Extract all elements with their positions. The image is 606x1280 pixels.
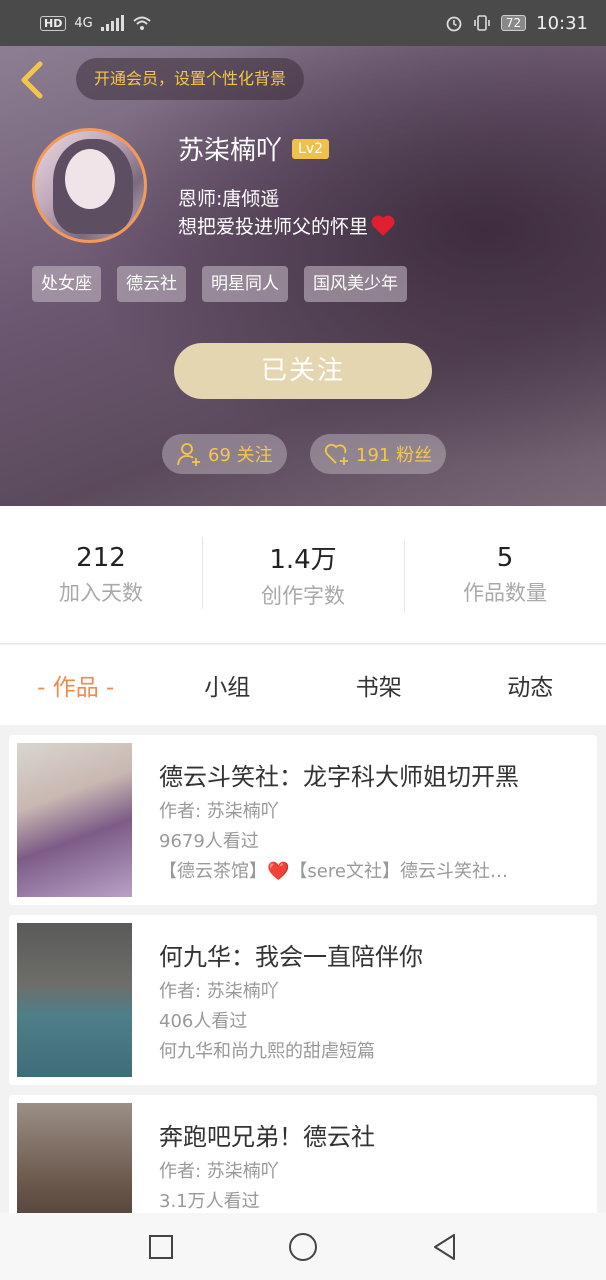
stat-value: 5: [496, 542, 514, 573]
fans-button[interactable]: 191 粉丝: [310, 434, 447, 474]
tab-bookshelf[interactable]: 书架: [303, 668, 455, 702]
username: 苏柒楠吖: [178, 136, 283, 166]
tag[interactable]: 德云社: [117, 266, 186, 302]
work-cover-image: [17, 1103, 132, 1213]
stats-bar: 212 加入天数 1.4万 创作字数 5 作品数量: [0, 506, 606, 644]
chevron-left-icon: [21, 61, 43, 99]
work-title: 奔跑吧兄弟！德云社: [159, 1123, 375, 1151]
status-bar: HD 4G 72 10:31: [0, 0, 606, 46]
work-author: 作者: 苏柒楠吖: [159, 1161, 279, 1182]
signature: 想把爱投进师父的怀里: [178, 212, 396, 239]
vip-background-prompt[interactable]: 开通会员，设置个性化背景: [76, 58, 305, 100]
work-author: 作者: 苏柒楠吖: [159, 981, 279, 1002]
tab-groups[interactable]: 小组: [152, 668, 304, 702]
work-author: 作者: 苏柒楠吖: [159, 801, 279, 822]
home-button[interactable]: [283, 1227, 323, 1267]
tab-activity[interactable]: 动态: [455, 668, 606, 702]
mentor-text: 恩师:唐倾遥: [178, 188, 280, 210]
work-description: 何九华和尚九熙的甜虐短篇: [159, 1041, 375, 1062]
profile-header: 开通会员，设置个性化背景 苏柒楠吖 Lv2 恩师:唐倾遥 想把爱投进师父的怀里 …: [0, 46, 606, 506]
stat-word-count: 1.4万 创作字数: [202, 537, 404, 610]
tab-works[interactable]: - 作品 -: [0, 668, 152, 702]
hd-icon: HD: [40, 15, 67, 31]
following-button[interactable]: 69 关注: [162, 434, 287, 474]
tag[interactable]: 明星同人: [202, 266, 288, 302]
work-description: 【德云茶馆】❤️【sere文社】德云斗笑社…: [159, 861, 508, 882]
stat-label: 加入天数: [59, 580, 143, 605]
back-button[interactable]: [16, 60, 48, 100]
work-cover-image: [17, 923, 132, 1077]
stat-value: 1.4万: [269, 545, 337, 575]
work-views: 406人看过: [159, 1011, 248, 1032]
work-title: 德云斗笑社：龙字科大师姐切开黑: [159, 763, 519, 791]
heart-icon: [371, 215, 395, 236]
work-card[interactable]: 德云斗笑社：龙字科大师姐切开黑 作者: 苏柒楠吖 9679人看过 【德云茶馆】❤…: [9, 735, 597, 905]
vibrate-icon: [474, 15, 490, 31]
following-count: 69 关注: [208, 445, 273, 466]
circle-icon: [289, 1232, 317, 1261]
wifi-icon: [133, 16, 151, 30]
stat-join-days: 212 加入天数: [0, 543, 202, 607]
user-add-icon: [177, 443, 200, 466]
works-list: 德云斗笑社：龙字科大师姐切开黑 作者: 苏柒楠吖 9679人看过 【德云茶馆】❤…: [0, 725, 606, 1213]
stat-label: 创作字数: [261, 584, 345, 608]
work-card[interactable]: 何九华：我会一直陪伴你 作者: 苏柒楠吖 406人看过 何九华和尚九熙的甜虐短篇: [9, 915, 597, 1085]
triangle-back-icon: [434, 1233, 455, 1260]
stat-work-count: 5 作品数量: [404, 540, 606, 613]
tag[interactable]: 国风美少年: [304, 266, 407, 302]
recents-button[interactable]: [141, 1227, 181, 1267]
level-badge: Lv2: [292, 138, 330, 159]
stat-label: 作品数量: [463, 580, 547, 605]
clock: 10:31: [536, 12, 588, 34]
signal-icon: [100, 15, 124, 31]
follow-button[interactable]: 已关注: [174, 343, 432, 399]
signature-text: 想把爱投进师父的怀里: [178, 216, 369, 238]
work-views: 3.1万人看过: [159, 1191, 260, 1212]
fans-count: 191 粉丝: [356, 445, 433, 466]
system-nav-bar: [0, 1213, 606, 1280]
stat-value: 212: [76, 542, 126, 573]
square-icon: [149, 1234, 173, 1259]
heart-outline-icon: [324, 443, 348, 465]
tab-bar: - 作品 - 小组 书架 动态: [0, 645, 606, 725]
work-views: 9679人看过: [159, 831, 259, 852]
system-back-button[interactable]: [425, 1227, 465, 1267]
work-cover-image: [17, 743, 132, 897]
avatar[interactable]: [32, 128, 147, 243]
work-card[interactable]: 奔跑吧兄弟！德云社 作者: 苏柒楠吖 3.1万人看过: [9, 1095, 597, 1213]
work-title: 何九华：我会一直陪伴你: [159, 943, 423, 971]
network-type: 4G: [74, 15, 93, 31]
tag-list: 处女座 德云社 明星同人 国风美少年: [32, 266, 407, 302]
battery-icon: 72: [500, 15, 527, 31]
tag[interactable]: 处女座: [32, 266, 101, 302]
alarm-icon: [446, 16, 462, 32]
